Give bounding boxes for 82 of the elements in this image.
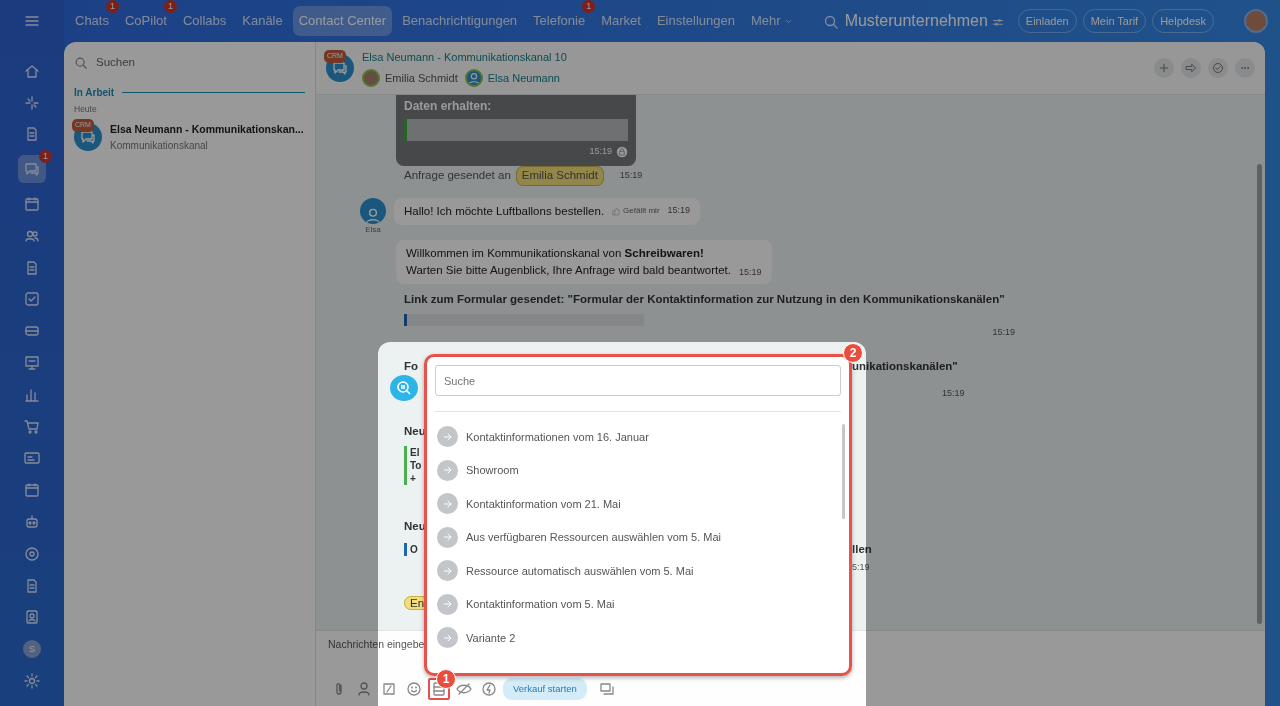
form-link-title: Link zum Formular gesendet: "Formular der Kontaktinformation zur Nutzung in den Kommunikationskanälen": [404, 292, 1006, 307]
quote-line: El: [410, 446, 421, 460]
template-list-item[interactable]: Ressource automatisch auswählen vom 5. Mai: [427, 554, 849, 588]
robot-icon[interactable]: [24, 514, 40, 531]
section-heading: In Arbeit: [74, 86, 115, 101]
id-card-icon[interactable]: [24, 450, 40, 467]
check-circle-icon[interactable]: [1212, 62, 1224, 74]
search-field[interactable]: Suchen: [74, 54, 305, 72]
notification-badge: 1: [39, 150, 52, 164]
message-text: Hallo! Ich möchte Luftballons bestellen.: [404, 203, 605, 219]
windows-icon[interactable]: [598, 680, 615, 697]
notification-badge: 1: [105, 0, 119, 14]
start-sale-button[interactable]: Verkauf starten: [503, 677, 587, 700]
person-icon[interactable]: [356, 680, 372, 697]
nav-tab[interactable]: Benachrichtigungen: [396, 6, 524, 36]
chat-title[interactable]: Elsa Neumann - Kommunikationskanal 10: [362, 49, 567, 66]
user-avatar: [362, 68, 380, 87]
calendar-icon[interactable]: [24, 195, 40, 212]
cart-icon[interactable]: [24, 418, 40, 435]
chat-icon: [80, 129, 96, 146]
like-button[interactable]: Gefällt mir: [612, 205, 660, 218]
quote-line: O: [410, 542, 418, 556]
template-list-item[interactable]: Kontaktinformationen vom 16. Januar: [427, 420, 849, 454]
search-icon[interactable]: [822, 13, 839, 30]
settings-icon[interactable]: [24, 673, 40, 690]
document-icon[interactable]: [24, 259, 40, 276]
lightning-icon[interactable]: [481, 680, 497, 697]
search-list-icon[interactable]: [390, 375, 418, 401]
company-name[interactable]: Musterunternehmen: [844, 9, 988, 33]
smiley-icon[interactable]: [406, 680, 422, 697]
message-title: Daten erhalten:: [404, 98, 493, 115]
target-icon[interactable]: [24, 545, 40, 562]
message-time: 15:19: [667, 204, 691, 218]
document-icon[interactable]: [24, 126, 40, 143]
chat-icon: [332, 60, 348, 76]
nav-tab[interactable]: Mehr: [744, 6, 800, 36]
document-icon[interactable]: [24, 577, 40, 594]
member-name[interactable]: Emilia Schmidt: [385, 69, 458, 86]
date-label: Heute: [74, 103, 98, 116]
message-time: 15:19: [992, 326, 1015, 340]
plus-icon[interactable]: [1158, 62, 1170, 74]
nav-tab[interactable]: Contact Center: [292, 6, 393, 36]
message-time: 15:19: [619, 169, 643, 183]
scrollbar[interactable]: [1257, 164, 1262, 624]
message-time: 15:19: [942, 387, 965, 398]
thumbs-up-icon: [612, 206, 622, 216]
quote-line: To: [410, 459, 422, 473]
chat-icon[interactable]: [24, 161, 40, 178]
author-name: Elsa: [365, 223, 381, 236]
presentation-icon[interactable]: [24, 355, 40, 371]
template-list-item[interactable]: Variante 2: [427, 621, 849, 655]
nav-tab[interactable]: Collabs: [176, 6, 233, 36]
message-time: 15:19: [589, 144, 612, 158]
chat-subtitle: Kommunikationskanal: [110, 138, 209, 153]
notification-badge: 1: [163, 0, 177, 14]
search-field[interactable]: Suche: [435, 365, 841, 396]
notification-badge: 1: [582, 0, 596, 14]
system-message: Anfrage gesendet an: [404, 168, 511, 184]
sparkle-icon[interactable]: [24, 94, 40, 111]
message-time: 15:19: [738, 265, 762, 279]
share-arrow-icon[interactable]: [1185, 62, 1197, 74]
nav-tab[interactable]: Einstellungen: [650, 6, 741, 36]
quote-line: +: [410, 472, 417, 486]
lock-icon: [616, 145, 628, 158]
template-list-item[interactable]: Kontaktinformation vom 21. Mai: [427, 487, 849, 521]
user-avatar[interactable]: [1244, 9, 1268, 33]
scrollbar[interactable]: [842, 424, 845, 519]
member-name[interactable]: Elsa Neumann: [487, 69, 560, 86]
calendar-icon[interactable]: [24, 482, 40, 499]
message-text: llen: [852, 542, 872, 555]
template-list-item[interactable]: Aus verfügbaren Ressourcen auswählen vom 5. Mai: [427, 520, 849, 554]
message-text: Willkommen im Kommunikationskanal von Schreibwaren! Warten Sie bitte Augenblick, Ihre Anfrage wird bald beantwortet.: [406, 245, 731, 278]
nav-tab[interactable]: Kanäle: [236, 6, 289, 36]
message-text: Fo: [404, 359, 419, 372]
nav-tab[interactable]: Market: [595, 6, 647, 36]
template-list-item[interactable]: Showroom: [427, 453, 849, 487]
search-icon: [74, 55, 88, 70]
slash-box-icon[interactable]: [381, 680, 397, 697]
user-tag[interactable]: Emilia Schmidt: [515, 166, 604, 186]
checkbox-icon[interactable]: [24, 291, 40, 308]
chat-title: Elsa Neumann - Kommunikationskan...: [110, 122, 304, 137]
clipboard-icon[interactable]: [24, 609, 40, 626]
